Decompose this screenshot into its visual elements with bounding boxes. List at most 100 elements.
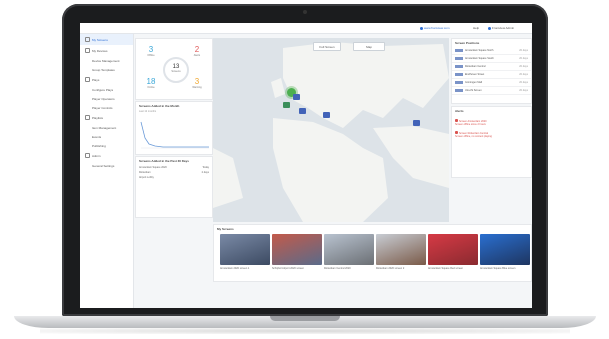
sidebar-item[interactable]: Events (80, 132, 133, 141)
stat-total-label: Screens (171, 70, 181, 73)
sidebar-item[interactable]: Item Management (80, 123, 133, 132)
stat-warning[interactable]: 3 Warning (184, 77, 210, 89)
screen-name: Utrecht Screen (465, 89, 482, 92)
alert-item[interactable]: Screen Rotterdam Central Screen offline, … (452, 130, 531, 139)
thumbnail-image (428, 234, 478, 265)
camera-icon (303, 10, 307, 14)
screen-name: Groningen Mall (465, 81, 482, 84)
thumbnail-caption: Rotterdam 2020 screen 2 (376, 267, 405, 270)
recent-screens-card: Screens Added in the Past 30 Days Amster… (135, 156, 213, 218)
map-view-button[interactable]: Map (353, 42, 385, 51)
map-marker[interactable] (299, 108, 306, 114)
sidebar-item-label: Configure Plays (92, 87, 114, 92)
land-uk (271, 78, 285, 98)
sidebar-item[interactable]: Publishing (80, 141, 133, 150)
website-link[interactable]: www.frontview.com (420, 26, 450, 30)
thumbnail-caption: Amsterdam Square Red screen (428, 267, 464, 270)
screens-map[interactable]: Full Screen Map (213, 38, 449, 222)
sidebar-item-label: Group Templates (92, 67, 115, 72)
laptop-notch (270, 316, 340, 321)
thumbnail-caption: Schiphol Airport 2020 screen (272, 267, 304, 270)
chart-card-subtitle: Last 12 months (139, 110, 157, 113)
screen-thumbnail[interactable]: Schiphol Airport 2020 screen (272, 234, 322, 270)
map-marker[interactable] (283, 102, 290, 108)
warning-icon (455, 119, 458, 122)
sidebar-item[interactable]: My Screens (80, 34, 133, 45)
sidebar-item-label: Publishing (92, 143, 106, 148)
list-item[interactable]: Airport Lobby (136, 175, 212, 180)
map-land (213, 42, 449, 222)
sidebar-item-label: Events (92, 134, 102, 139)
stat-offline-label: Offline (147, 54, 155, 57)
sidebar-item[interactable]: Playlists (80, 112, 133, 123)
screen-tag-icon (455, 65, 463, 68)
sidebar-item-label: My Screens (92, 37, 108, 42)
alerts-title: Alerts (455, 109, 464, 113)
map-marker[interactable] (413, 120, 420, 126)
screen-thumbnail[interactable]: Amsterdam Square Red screen (428, 234, 478, 270)
list-item[interactable]: Amsterdam Square South 20 days (452, 55, 531, 63)
stat-warning-value: 3 (194, 77, 200, 86)
sidebar-item-label: Player Controls (92, 105, 113, 110)
screen-thumbnail[interactable]: Rotterdam Central 2020 (324, 234, 374, 270)
user-menu[interactable]: Frontview Admin (488, 26, 514, 30)
sidebar-item[interactable]: Player Controls (80, 103, 133, 112)
laptop-shadow (40, 328, 570, 334)
screen-thumbnails: Amsterdam 2020 screen 1 Schiphol Airport … (220, 234, 532, 270)
sidebar-item-label: Player Operators (92, 96, 115, 101)
thumbnail-image (480, 234, 530, 265)
stat-online-value: 18 (146, 77, 156, 86)
stat-total-ring: 13 Screens (163, 57, 189, 83)
menu-icon (85, 48, 90, 53)
chart-card-title: Screens Added in the Month (139, 104, 180, 108)
help-link[interactable]: Help (473, 26, 479, 30)
list-item[interactable]: Rotterdam Central 20 days (452, 63, 531, 71)
chart-line (140, 121, 209, 148)
alert-item[interactable]: Screen Amsterdam 2020 Screen offline sinc… (452, 118, 531, 127)
screen-thumbnail[interactable]: Amsterdam 2020 screen 1 (220, 234, 270, 270)
sidebar-item-label: My Devices (92, 48, 108, 53)
map-marker[interactable] (293, 94, 300, 100)
sidebar-item[interactable]: General Settings (80, 161, 133, 170)
avatar (488, 26, 491, 30)
list-item[interactable]: Eindhoven Street 20 days (452, 71, 531, 79)
list-item[interactable]: Utrecht Screen 20 days (452, 87, 531, 95)
stat-alerts-value: 2 (194, 45, 200, 54)
screen-meta: 20 days (519, 73, 528, 76)
sidebar-item[interactable]: Group Templates (80, 65, 133, 74)
sidebar-item[interactable]: My Devices (80, 45, 133, 56)
map-marker[interactable] (323, 112, 330, 118)
recent-screens-title: Screens Added in the Past 30 Days (139, 159, 189, 163)
screen-positions-card: Screen Positions Amsterdam Square North 20… (451, 38, 532, 104)
screen-thumbnail[interactable]: Amsterdam Square Blue screen (480, 234, 530, 270)
screen-name: Eindhoven Street (465, 73, 485, 76)
sidebar-item[interactable]: Configure Plays (80, 85, 133, 94)
thumbnail-caption: Amsterdam Square Blue screen (480, 267, 516, 270)
screen-thumbnail[interactable]: Rotterdam 2020 screen 2 (376, 234, 426, 270)
sidebar-item[interactable]: Plays (80, 74, 133, 85)
sidebar-item-label: Playlists (92, 115, 104, 120)
my-screens-title: My Screens (217, 227, 234, 231)
screen-name: Amsterdam Square North (465, 49, 494, 52)
screen-tag-icon (455, 73, 463, 76)
sidebar-item[interactable]: Admin (80, 150, 133, 161)
app-screen: www.frontview.com Help Frontview Admin M… (80, 23, 532, 308)
sidebar-item[interactable]: Device Management (80, 56, 133, 65)
sidebar-item[interactable]: Player Operators (80, 94, 133, 103)
alert-description: Screen offline since 2 hours (455, 123, 486, 126)
stat-online[interactable]: 18 Online (138, 77, 164, 89)
sidebar-item-label: Device Management (92, 58, 120, 63)
screen-meta: 20 days (519, 89, 528, 92)
screen-name: Amsterdam Square South (465, 57, 494, 60)
stat-alerts[interactable]: 2 Alerts (184, 45, 210, 57)
sidebar-item-label: Item Management (92, 125, 117, 130)
list-item[interactable]: Groningen Mall 20 days (452, 79, 531, 87)
fullscreen-button[interactable]: Full Screen (313, 42, 341, 51)
list-item[interactable]: Amsterdam Square North 20 days (452, 47, 531, 55)
screen-stats-card: 3 Offline 2 Alerts 18 Online 3 Warning 1… (135, 38, 213, 100)
top-bar: www.frontview.com Help Frontview Admin (80, 23, 532, 34)
thumbnail-image (220, 234, 270, 265)
stat-offline[interactable]: 3 Offline (138, 45, 164, 57)
positions-title: Screen Positions (455, 41, 480, 45)
right-panel: Screen Positions Amsterdam Square North 20… (451, 38, 532, 178)
